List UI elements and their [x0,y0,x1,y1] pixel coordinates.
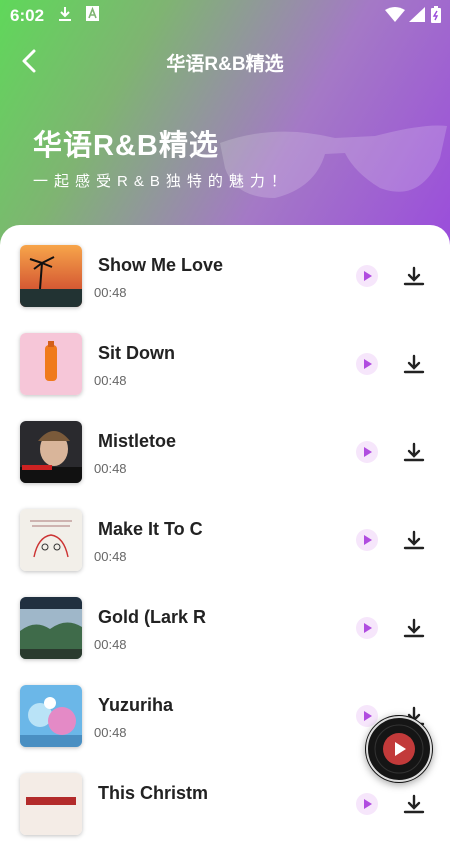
song-duration: 00:48 [94,637,127,652]
song-duration: 00:48 [94,725,127,740]
album-cover [20,685,82,747]
list-item[interactable]: Sit Down 00:48 [0,313,450,401]
song-title: Yuzuriha [98,695,174,715]
play-button[interactable] [356,617,378,639]
status-bar: 6:02 [0,0,450,30]
play-button[interactable] [356,265,378,287]
battery-icon [431,6,441,23]
album-cover [20,597,82,659]
album-cover [20,421,82,483]
download-icon[interactable] [402,265,426,289]
download-icon[interactable] [402,353,426,377]
top-nav: 华语R&B精选 [0,40,450,80]
list-item[interactable]: Make It To C 00:48 [0,489,450,577]
signal-icon [409,7,425,22]
list-item[interactable]: Show Me Love 00:48 [0,225,450,313]
song-duration: 00:48 [94,549,127,564]
song-title: Sit Down [98,343,175,363]
vinyl-record-icon [366,716,432,782]
status-time: 6:02 [10,6,45,25]
list-item[interactable]: Gold (Lark R 00:48 [0,577,450,665]
song-title: Gold (Lark R [98,607,207,627]
song-duration: 00:48 [94,285,127,300]
wifi-icon [385,7,405,22]
song-title: Make It To C [98,519,203,539]
page-title: 华语R&B精选 [166,54,284,75]
album-cover [20,333,82,395]
play-button[interactable] [356,353,378,375]
album-cover [20,773,82,835]
play-button[interactable] [356,441,378,463]
song-title: Show Me Love [98,255,224,275]
play-button[interactable] [356,529,378,551]
download-icon[interactable] [402,441,426,465]
song-duration: 00:48 [94,373,127,388]
song-duration: 00:48 [94,461,127,476]
album-cover [20,509,82,571]
download-status-icon [59,7,71,21]
song-title: This Christm [98,783,209,803]
hero-title: 华语R&B精选 [33,130,219,162]
download-icon[interactable] [402,793,426,817]
mini-player-disc[interactable] [365,715,433,783]
list-item[interactable]: Mistletoe 00:48 [0,401,450,489]
sunglasses-graphic [220,125,447,198]
play-button[interactable] [356,793,378,815]
hero-subtitle: 一起感受R&B独特的魅力！ [33,173,292,190]
song-title: Mistletoe [98,431,177,451]
download-icon[interactable] [402,529,426,553]
app-notification-icon [86,6,99,21]
download-icon[interactable] [402,617,426,641]
album-cover [20,245,82,307]
